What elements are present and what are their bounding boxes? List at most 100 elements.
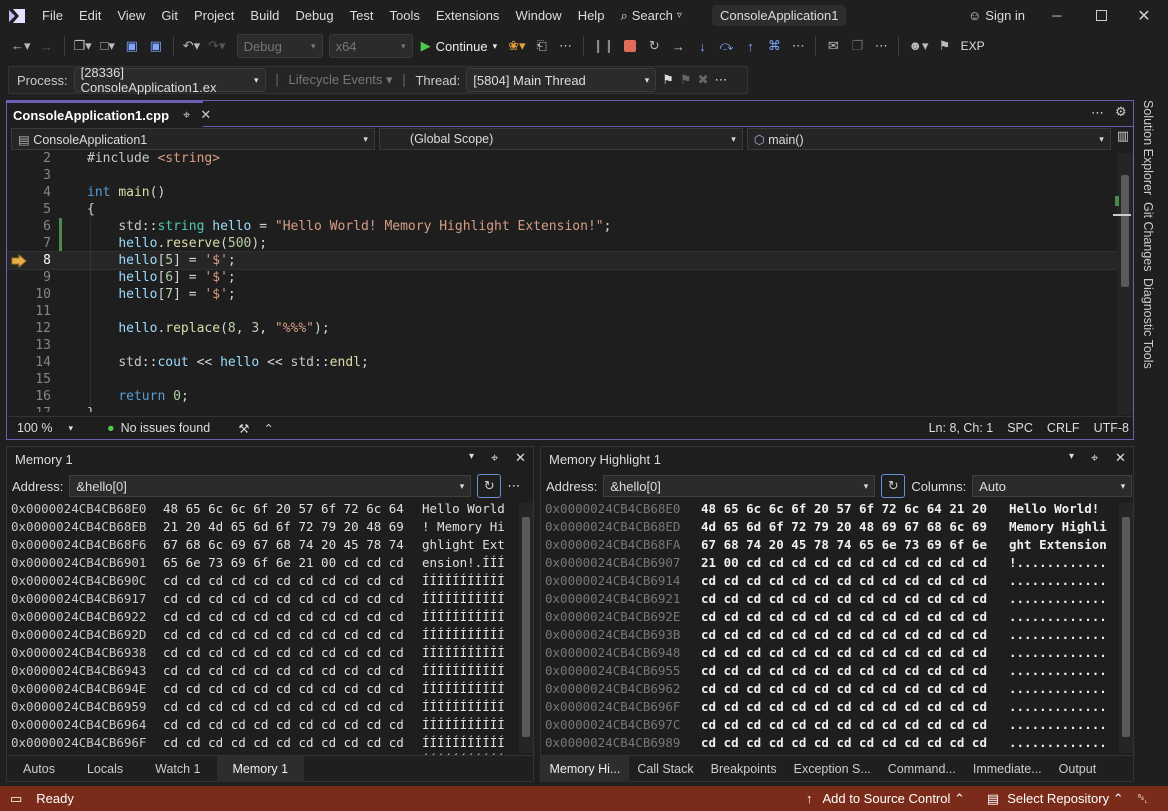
gutter[interactable] (51, 405, 73, 412)
refresh-button[interactable]: ↻ (881, 474, 906, 498)
redo-button[interactable]: ↷▾ (205, 33, 228, 59)
step-over-button[interactable]: ⤼ (715, 33, 737, 59)
restart-button[interactable]: ↻ (643, 33, 665, 59)
process-select[interactable]: [28336] ConsoleApplication1.ex ▾ (73, 65, 266, 95)
menu-view[interactable]: View (109, 0, 153, 31)
show-flagged-icon[interactable]: ✖ (698, 72, 709, 88)
lifecycle-events-button[interactable]: Lifecycle Events ▾ (288, 72, 392, 88)
refresh-button[interactable]: ↻ (477, 474, 502, 498)
uncomment-button[interactable]: ❐ (846, 33, 868, 59)
tab-memory-1[interactable]: Memory 1 (216, 755, 305, 782)
gutter[interactable] (51, 252, 73, 269)
scope-select[interactable]: (Global Scope) ▾ (378, 128, 743, 150)
thread-select[interactable]: [5804] Main Thread ▾ (466, 68, 657, 92)
overflow-icon[interactable]: ⋯ (787, 33, 809, 59)
code-line[interactable]: 13 (7, 337, 1117, 354)
menu-extensions[interactable]: Extensions (428, 0, 508, 31)
undo-button[interactable]: ↶▾ (180, 33, 203, 59)
code-line[interactable]: 7 hello.reserve(500); (7, 235, 1117, 252)
tab-memory-hi[interactable]: Memory Hi... (541, 755, 629, 782)
chevron-down-icon[interactable]: ▾ (469, 451, 474, 462)
tab-exception-s[interactable]: Exception S... (785, 756, 879, 782)
scrollbar-thumb[interactable] (1122, 517, 1130, 737)
gutter[interactable] (51, 235, 73, 252)
configuration-select[interactable]: Debug ▾ (236, 34, 323, 58)
tab-autos[interactable]: Autos (7, 756, 71, 782)
tab-output[interactable]: Output (1050, 756, 1105, 782)
close-icon[interactable]: ✕ (515, 450, 526, 466)
code-line[interactable]: 4 int main() (7, 184, 1117, 201)
search-button[interactable]: ⌕ Search ▿ (612, 8, 690, 24)
pin-icon[interactable]: ⌖ (1091, 450, 1098, 466)
menu-tools[interactable]: Tools (381, 0, 427, 31)
gutter[interactable] (51, 337, 73, 354)
step-into-button[interactable]: ↓ (691, 33, 713, 59)
tab-breakpoints[interactable]: Breakpoints (702, 756, 785, 782)
gutter[interactable] (51, 354, 73, 371)
overflow-icon[interactable]: ⋯ (507, 478, 520, 494)
scrollbar-thumb[interactable] (1121, 175, 1129, 287)
gutter[interactable] (51, 269, 73, 286)
copilot-button[interactable]: ☻▾ (905, 33, 931, 59)
issues-status[interactable]: No issues found (121, 421, 211, 435)
window-layout-button[interactable]: ⎗ (531, 33, 553, 59)
member-select[interactable]: ⬡ main() ▾ (746, 128, 1111, 150)
cursor-position[interactable]: Ln: 8, Ch: 1 (929, 421, 994, 435)
menu-edit[interactable]: Edit (71, 0, 109, 31)
menu-file[interactable]: File (34, 0, 71, 31)
code-line[interactable]: 17} (7, 405, 1117, 412)
gutter[interactable] (51, 320, 73, 337)
menu-project[interactable]: Project (186, 0, 242, 31)
line-ending-indicator[interactable]: CRLF (1047, 421, 1080, 435)
platform-select[interactable]: x64 ▾ (328, 34, 413, 58)
document-tab[interactable]: ConsoleApplication1.cpp ⌖ ✕ (7, 101, 211, 127)
navigate-back-button[interactable]: ←▾ (8, 33, 34, 59)
code-line[interactable]: 5{ (7, 201, 1117, 218)
comment-button[interactable]: ✉ (822, 33, 844, 59)
pin-icon[interactable]: ⌖ (183, 107, 190, 123)
code-line[interactable]: 8 hello[5] = '$'; (7, 251, 1117, 270)
git-changes-tab[interactable]: Git Changes (1141, 202, 1155, 271)
code-line[interactable]: 3 (7, 167, 1117, 184)
continue-button[interactable]: ▶ Continue ▾ (415, 33, 504, 59)
select-repository-button[interactable]: Select Repository ⌃ (1007, 791, 1123, 807)
tab-watch-1[interactable]: Watch 1 (139, 756, 216, 782)
cleanup-icon[interactable]: ⚒ (238, 421, 249, 436)
tab-command[interactable]: Command... (879, 756, 964, 782)
code-line[interactable]: 10 hello[7] = '$'; (7, 286, 1117, 303)
menu-build[interactable]: Build (242, 0, 287, 31)
code-line[interactable]: 16 return 0; (7, 388, 1117, 405)
hex-display-button[interactable]: ⌘ (763, 33, 785, 59)
flag-icon[interactable]: ⚑ (662, 72, 674, 88)
new-project-button[interactable]: ❐▾ (71, 33, 95, 59)
current-statement-arrow-icon[interactable] (11, 253, 27, 268)
code-line[interactable]: 14 std::cout << hello << std::endl; (7, 354, 1117, 371)
notification-area-icon[interactable]: ▭ (10, 791, 22, 807)
code-area[interactable]: 2 #include <string> 3 4 int main() 5{6 std::s… (7, 150, 1117, 412)
hot-reload-button[interactable]: ❀▾ (505, 33, 528, 59)
add-to-source-control-button[interactable]: Add to Source Control ⌃ (822, 791, 964, 807)
code-line[interactable]: 9 hello[6] = '$'; (7, 269, 1117, 286)
exp-button[interactable]: EXP (958, 33, 988, 59)
gear-icon[interactable]: ⚙ (1115, 104, 1127, 120)
gutter[interactable] (51, 201, 73, 218)
step-out-button[interactable]: ↑ (739, 33, 761, 59)
overflow-icon[interactable]: ⋯ (555, 33, 577, 59)
code-line[interactable]: 2 #include <string> (7, 150, 1117, 167)
tab-locals[interactable]: Locals (71, 756, 139, 782)
encoding-indicator[interactable]: UTF-8 (1094, 421, 1129, 435)
overflow-icon[interactable]: ⋯ (870, 33, 892, 59)
solution-explorer-tab[interactable]: Solution Explorer (1141, 100, 1155, 195)
zoom-select[interactable]: 100 % ▾ (11, 418, 79, 438)
code-line[interactable]: 15 (7, 371, 1117, 388)
menu-test[interactable]: Test (342, 0, 382, 31)
close-tab-icon[interactable]: ✕ (200, 107, 211, 123)
project-select[interactable]: ▤ ConsoleApplication1 ▾ (11, 128, 375, 150)
gutter[interactable] (51, 150, 73, 167)
break-all-button[interactable]: ❙❙ (590, 33, 618, 59)
address-input[interactable]: &hello[0] ▾ (603, 475, 876, 497)
bell-icon[interactable]: ␇ (1138, 791, 1148, 807)
gutter[interactable] (51, 388, 73, 405)
editor-scrollbar[interactable] (1113, 153, 1133, 415)
gutter[interactable] (51, 184, 73, 201)
